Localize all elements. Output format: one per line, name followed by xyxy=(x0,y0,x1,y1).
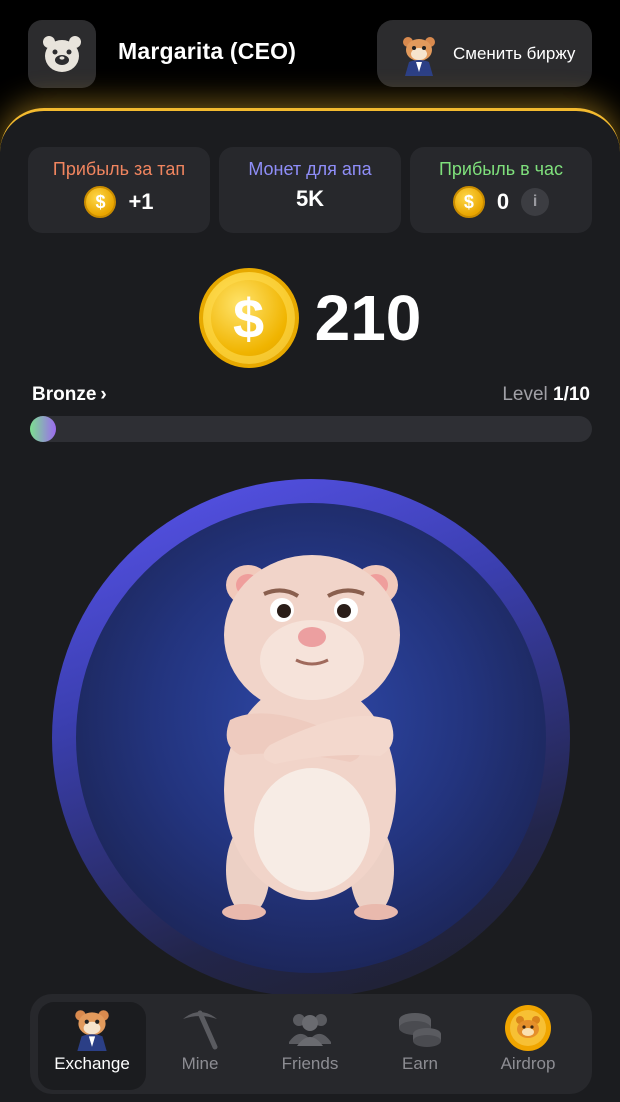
hamster-coin-icon xyxy=(474,1002,582,1054)
nav-item-exchange[interactable]: Exchange xyxy=(38,1002,146,1090)
nav-item-airdrop[interactable]: Airdrop xyxy=(474,1002,582,1090)
username: Margarita (CEO) xyxy=(118,38,297,64)
profit-per-hour-card: Прибыль в час $ 0 i xyxy=(410,147,592,233)
level-label: Level xyxy=(502,384,548,405)
balance-value: 210 xyxy=(314,282,422,354)
league-name: Bronze xyxy=(32,384,97,405)
nav-label: Mine xyxy=(181,1054,219,1073)
coins-to-level-up-value: 5K xyxy=(295,186,325,211)
info-icon[interactable]: i xyxy=(521,188,550,216)
switch-exchange-button[interactable]: Сменить биржу xyxy=(377,20,592,87)
hamster-ceo-icon xyxy=(38,1002,146,1054)
level-progress-fill xyxy=(30,416,56,442)
profit-per-hour-value: 0 xyxy=(496,189,510,214)
profit-per-tap-card: Прибыль за тап $ +1 xyxy=(28,147,210,233)
league-link[interactable]: Bronze › xyxy=(32,384,107,406)
coins-stack-icon xyxy=(366,1002,474,1054)
nav-label: Earn xyxy=(402,1054,438,1073)
pickaxe-icon xyxy=(146,1002,254,1054)
level-value: 1/10 xyxy=(553,384,590,405)
nav-item-earn[interactable]: Earn xyxy=(366,1002,474,1090)
chevron-right-icon: › xyxy=(100,384,107,405)
header: Margarita (CEO) Сменить биржу xyxy=(0,0,620,110)
hamster-character-image[interactable] xyxy=(200,540,420,930)
balance: $ 210 xyxy=(0,268,620,368)
switch-exchange-label: Сменить биржу xyxy=(453,43,576,63)
profit-per-tap-value: +1 xyxy=(128,189,154,214)
level-progress-bar xyxy=(30,416,592,442)
nav-label: Airdrop xyxy=(500,1054,556,1073)
bottom-nav: Exchange Mine Friends Earn Airdrop xyxy=(30,994,592,1094)
nav-item-friends[interactable]: Friends xyxy=(256,1002,364,1090)
friends-icon xyxy=(256,1002,364,1054)
avatar[interactable] xyxy=(28,20,96,88)
nav-label: Friends xyxy=(281,1054,339,1073)
coin-icon: $ xyxy=(452,186,485,218)
large-coin-icon: $ xyxy=(198,268,299,368)
nav-label: Exchange xyxy=(54,1054,130,1073)
coins-to-level-up-title: Монет для апа xyxy=(248,159,372,179)
hamster-avatar-icon xyxy=(43,36,81,72)
nav-item-mine[interactable]: Mine xyxy=(146,1002,254,1090)
profit-per-hour-title: Прибыль в час xyxy=(438,159,564,179)
hamster-ceo-icon xyxy=(397,32,441,76)
coins-to-level-up-card: Монет для апа 5K xyxy=(219,147,401,233)
level-indicator: Level 1/10 xyxy=(502,384,590,406)
profit-per-tap-title: Прибыль за тап xyxy=(52,159,186,179)
coin-icon: $ xyxy=(84,186,117,218)
